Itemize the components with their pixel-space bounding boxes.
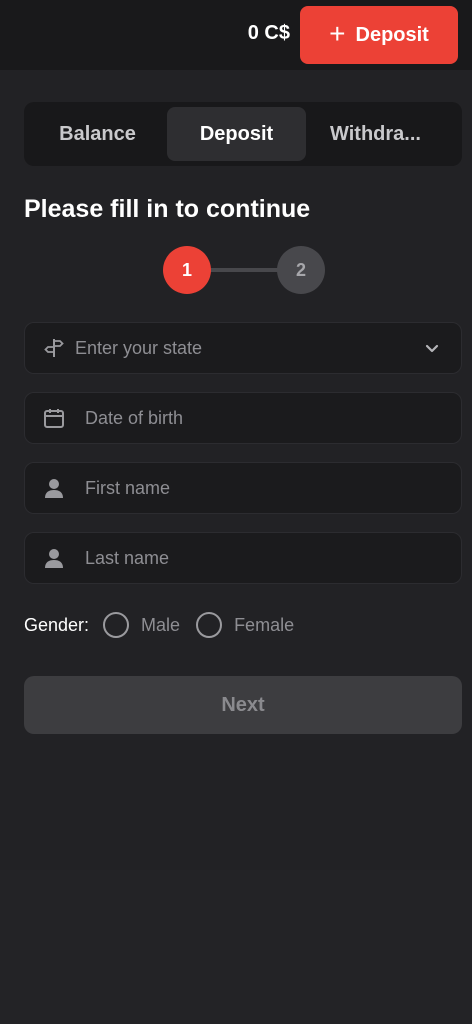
page-background	[0, 870, 472, 1024]
tab-deposit[interactable]: Deposit	[167, 107, 306, 161]
calendar-icon	[41, 405, 67, 431]
last-name-placeholder: Last name	[85, 547, 170, 568]
tab-balance[interactable]: Balance	[28, 107, 167, 161]
person-icon	[41, 545, 67, 571]
first-name-placeholder: First name	[85, 477, 171, 498]
balance-amount: 0 C$	[247, 22, 290, 44]
state-placeholder: Enter your state	[75, 337, 203, 358]
tab-withdraw[interactable]: Withdra...	[306, 107, 445, 161]
gender-female-radio[interactable]	[196, 612, 223, 638]
date-of-birth-placeholder: Date of birth	[85, 407, 184, 428]
gender-female-label[interactable]: Female	[234, 615, 294, 636]
progress-stepper: 1 2	[163, 246, 325, 296]
date-of-birth-field[interactable]: Date of birth	[24, 392, 462, 444]
first-name-field[interactable]: First name	[24, 462, 462, 514]
deposit-button[interactable]: + Deposit	[300, 6, 458, 64]
plus-icon: +	[329, 18, 346, 49]
step-2-indicator: 2	[277, 246, 325, 294]
gender-male-label[interactable]: Male	[141, 615, 180, 636]
form-title: Please fill in to continue	[24, 195, 311, 223]
gender-selector: Gender: Male Female	[24, 610, 310, 640]
chevron-down-icon	[423, 339, 441, 362]
wallet-tabs: Balance Deposit Withdra...	[24, 102, 462, 166]
step-1-indicator: 1	[163, 246, 211, 294]
gender-male-radio[interactable]	[103, 612, 130, 638]
deposit-button-label: Deposit	[355, 23, 429, 46]
next-button[interactable]: Next	[24, 676, 462, 734]
step-connector	[209, 268, 279, 272]
last-name-field[interactable]: Last name	[24, 532, 462, 584]
gender-label: Gender:	[24, 614, 90, 635]
signpost-icon	[41, 335, 67, 361]
person-icon	[41, 475, 67, 501]
state-select[interactable]: Enter your state	[24, 322, 462, 374]
top-bar: 0 C$ + Deposit	[0, 0, 472, 70]
